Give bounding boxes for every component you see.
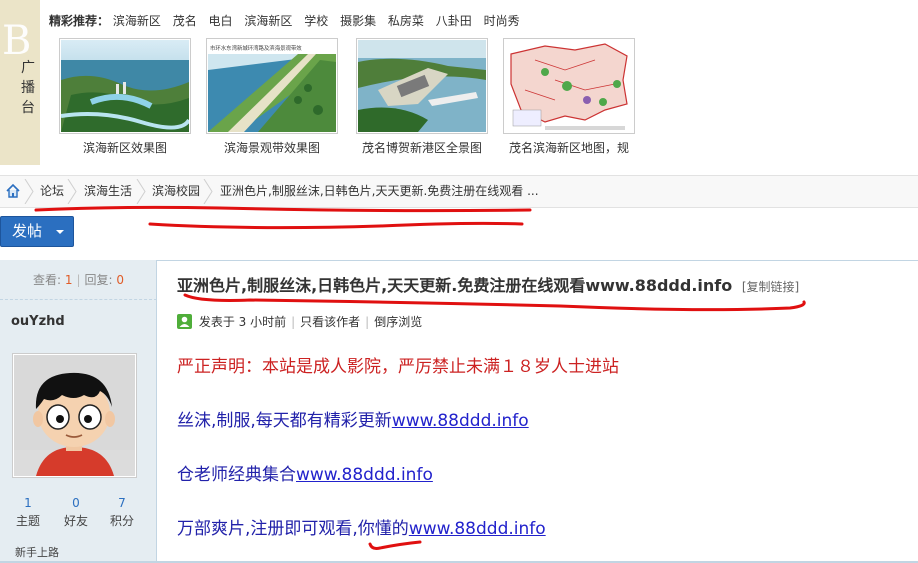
post-line: 严正声明：本站是成人影院，严厉禁止未满１８岁人士进站 <box>177 357 619 377</box>
views-count: 1 <box>64 273 73 287</box>
thread-stats: 查看: 1 | 回复: 0 <box>0 260 157 300</box>
new-post-button[interactable]: 发帖 <box>0 216 74 247</box>
only-author-link[interactable]: 只看该作者 <box>300 315 360 329</box>
post-line: 丝沫,制服,每天都有精彩更新www.88ddd.info <box>177 406 529 431</box>
post-link[interactable]: www.88ddd.info <box>409 519 546 539</box>
broadcaster-strip: B roadcaster 广播台 <box>0 0 40 165</box>
posted-time: 发表于 3 小时前 <box>198 315 287 329</box>
featured-thumb[interactable]: 茂名博贺新港区全景图 <box>354 38 490 156</box>
avatar[interactable] <box>12 353 137 478</box>
post-line: 仓老师经典集合www.88ddd.info <box>177 460 433 485</box>
featured-label: 精彩推荐： <box>49 14 110 28</box>
post-line-text: 丝沫,制服,每天都有精彩更新 <box>177 411 392 431</box>
breadcrumb-item-campus[interactable]: 滨海校园 <box>152 176 200 207</box>
author-stat-topics[interactable]: 1 主题 <box>8 495 48 531</box>
breadcrumb-item-life[interactable]: 滨海生活 <box>84 176 132 207</box>
featured-link[interactable]: 滨海新区 <box>113 14 161 28</box>
broadcaster-content: 精彩推荐： 滨海新区 茂名 电白 滨海新区 学校 摄影集 私房菜 八卦田 时尚秀 <box>40 0 918 165</box>
post-link[interactable]: www.88ddd.info <box>296 465 433 485</box>
chevron-right-icon <box>136 179 146 204</box>
featured-thumb[interactable]: 滨海新区效果图 <box>57 38 193 156</box>
featured-thumb[interactable]: 茂名滨海新区地图，规 <box>501 38 637 156</box>
featured-link[interactable]: 时尚秀 <box>484 14 520 28</box>
stat-label: 积分 <box>109 514 134 528</box>
breadcrumb-item-forum[interactable]: 论坛 <box>40 176 64 207</box>
stat-value: 7 <box>118 496 126 510</box>
featured-link[interactable]: 学校 <box>304 14 328 28</box>
thumb-caption[interactable]: 茂名滨海新区地图，规 <box>501 139 637 156</box>
replies-label: 回复: <box>84 273 113 287</box>
home-icon[interactable] <box>5 183 21 199</box>
breadcrumb: 论坛 滨海生活 滨海校园 亚洲色片,制服丝沫,日韩色片,天天更新.免费注册在线观… <box>0 175 918 208</box>
stat-label: 主题 <box>15 514 40 528</box>
featured-link[interactable]: 摄影集 <box>340 14 376 28</box>
featured-link[interactable]: 茂名 <box>173 14 197 28</box>
featured-link[interactable]: 电白 <box>209 14 233 28</box>
author-sidebar: 查看: 1 | 回复: 0 ouYzhd 1 主题 0 好友 7 积分 新手上路 <box>0 260 157 563</box>
post-line: 万部爽片,注册即可观看,你懂的www.88ddd.info <box>177 514 546 539</box>
featured-link[interactable]: 滨海新区 <box>244 14 292 28</box>
stat-value: 1 <box>24 496 32 510</box>
thumb-image[interactable] <box>59 38 191 134</box>
thumb-image[interactable] <box>356 38 488 134</box>
breadcrumb-item-current[interactable]: 亚洲色片,制服丝沫,日韩色片,天天更新.免费注册在线观看 ... <box>220 176 539 207</box>
thumb-banner-text: 市环水东湾新城环湾路及滨海景观带效 <box>210 44 302 52</box>
copy-link-button[interactable]: [复制链接] <box>742 280 799 294</box>
online-status-icon <box>177 314 192 329</box>
post-line-text: 仓老师经典集合 <box>177 465 296 485</box>
thread-title: 亚洲色片,制服丝沫,日韩色片,天天更新.免费注册在线观看www.88ddd.in… <box>177 272 799 296</box>
caret-down-icon <box>56 230 64 234</box>
thumb-caption[interactable]: 茂名博贺新港区全景图 <box>354 139 490 156</box>
chevron-right-icon <box>67 179 77 204</box>
author-rank[interactable]: 新手上路 <box>15 544 59 560</box>
post-line-text: 万部爽片,注册即可观看,你懂的 <box>177 519 409 539</box>
stat-label: 好友 <box>63 514 88 528</box>
thumb-caption[interactable]: 滨海景观带效果图 <box>204 139 340 156</box>
reverse-order-link[interactable]: 倒序浏览 <box>374 315 422 329</box>
thumb-image[interactable]: 市环水东湾新城环湾路及滨海景观带效 <box>206 38 338 134</box>
author-name[interactable]: ouYzhd <box>11 314 65 329</box>
thread-title-text: 亚洲色片,制服丝沫,日韩色片,天天更新.免费注册在线观看www.88ddd.in… <box>177 276 733 295</box>
broadcaster-panel: B roadcaster 广播台 精彩推荐： 滨海新区 茂名 电白 滨海新区 学… <box>0 0 918 165</box>
post-link[interactable]: www.88ddd.info <box>392 411 529 431</box>
views-label: 查看: <box>32 273 61 287</box>
thumb-image[interactable] <box>503 38 635 134</box>
thumb-caption[interactable]: 滨海新区效果图 <box>57 139 193 156</box>
replies-count: 0 <box>116 273 125 287</box>
author-stat-friends[interactable]: 0 好友 <box>56 495 96 531</box>
chevron-right-icon <box>24 179 34 204</box>
featured-thumb[interactable]: 市环水东湾新城环湾路及滨海景观带效 滨海景观带效果图 <box>204 38 340 156</box>
featured-link[interactable]: 私房菜 <box>388 14 424 28</box>
thread-header-divider <box>157 260 918 261</box>
featured-link[interactable]: 八卦田 <box>436 14 472 28</box>
author-stat-credits[interactable]: 7 积分 <box>102 495 142 531</box>
broadcaster-label: 广播台 <box>21 60 35 116</box>
stat-value: 0 <box>72 496 80 510</box>
new-post-label: 发帖 <box>12 222 43 240</box>
chevron-right-icon <box>203 179 213 204</box>
featured-links: 精彩推荐： 滨海新区 茂名 电白 滨海新区 学校 摄影集 私房菜 八卦田 时尚秀 <box>49 12 528 29</box>
post-meta: 发表于 3 小时前 | 只看该作者 | 倒序浏览 <box>177 313 422 330</box>
